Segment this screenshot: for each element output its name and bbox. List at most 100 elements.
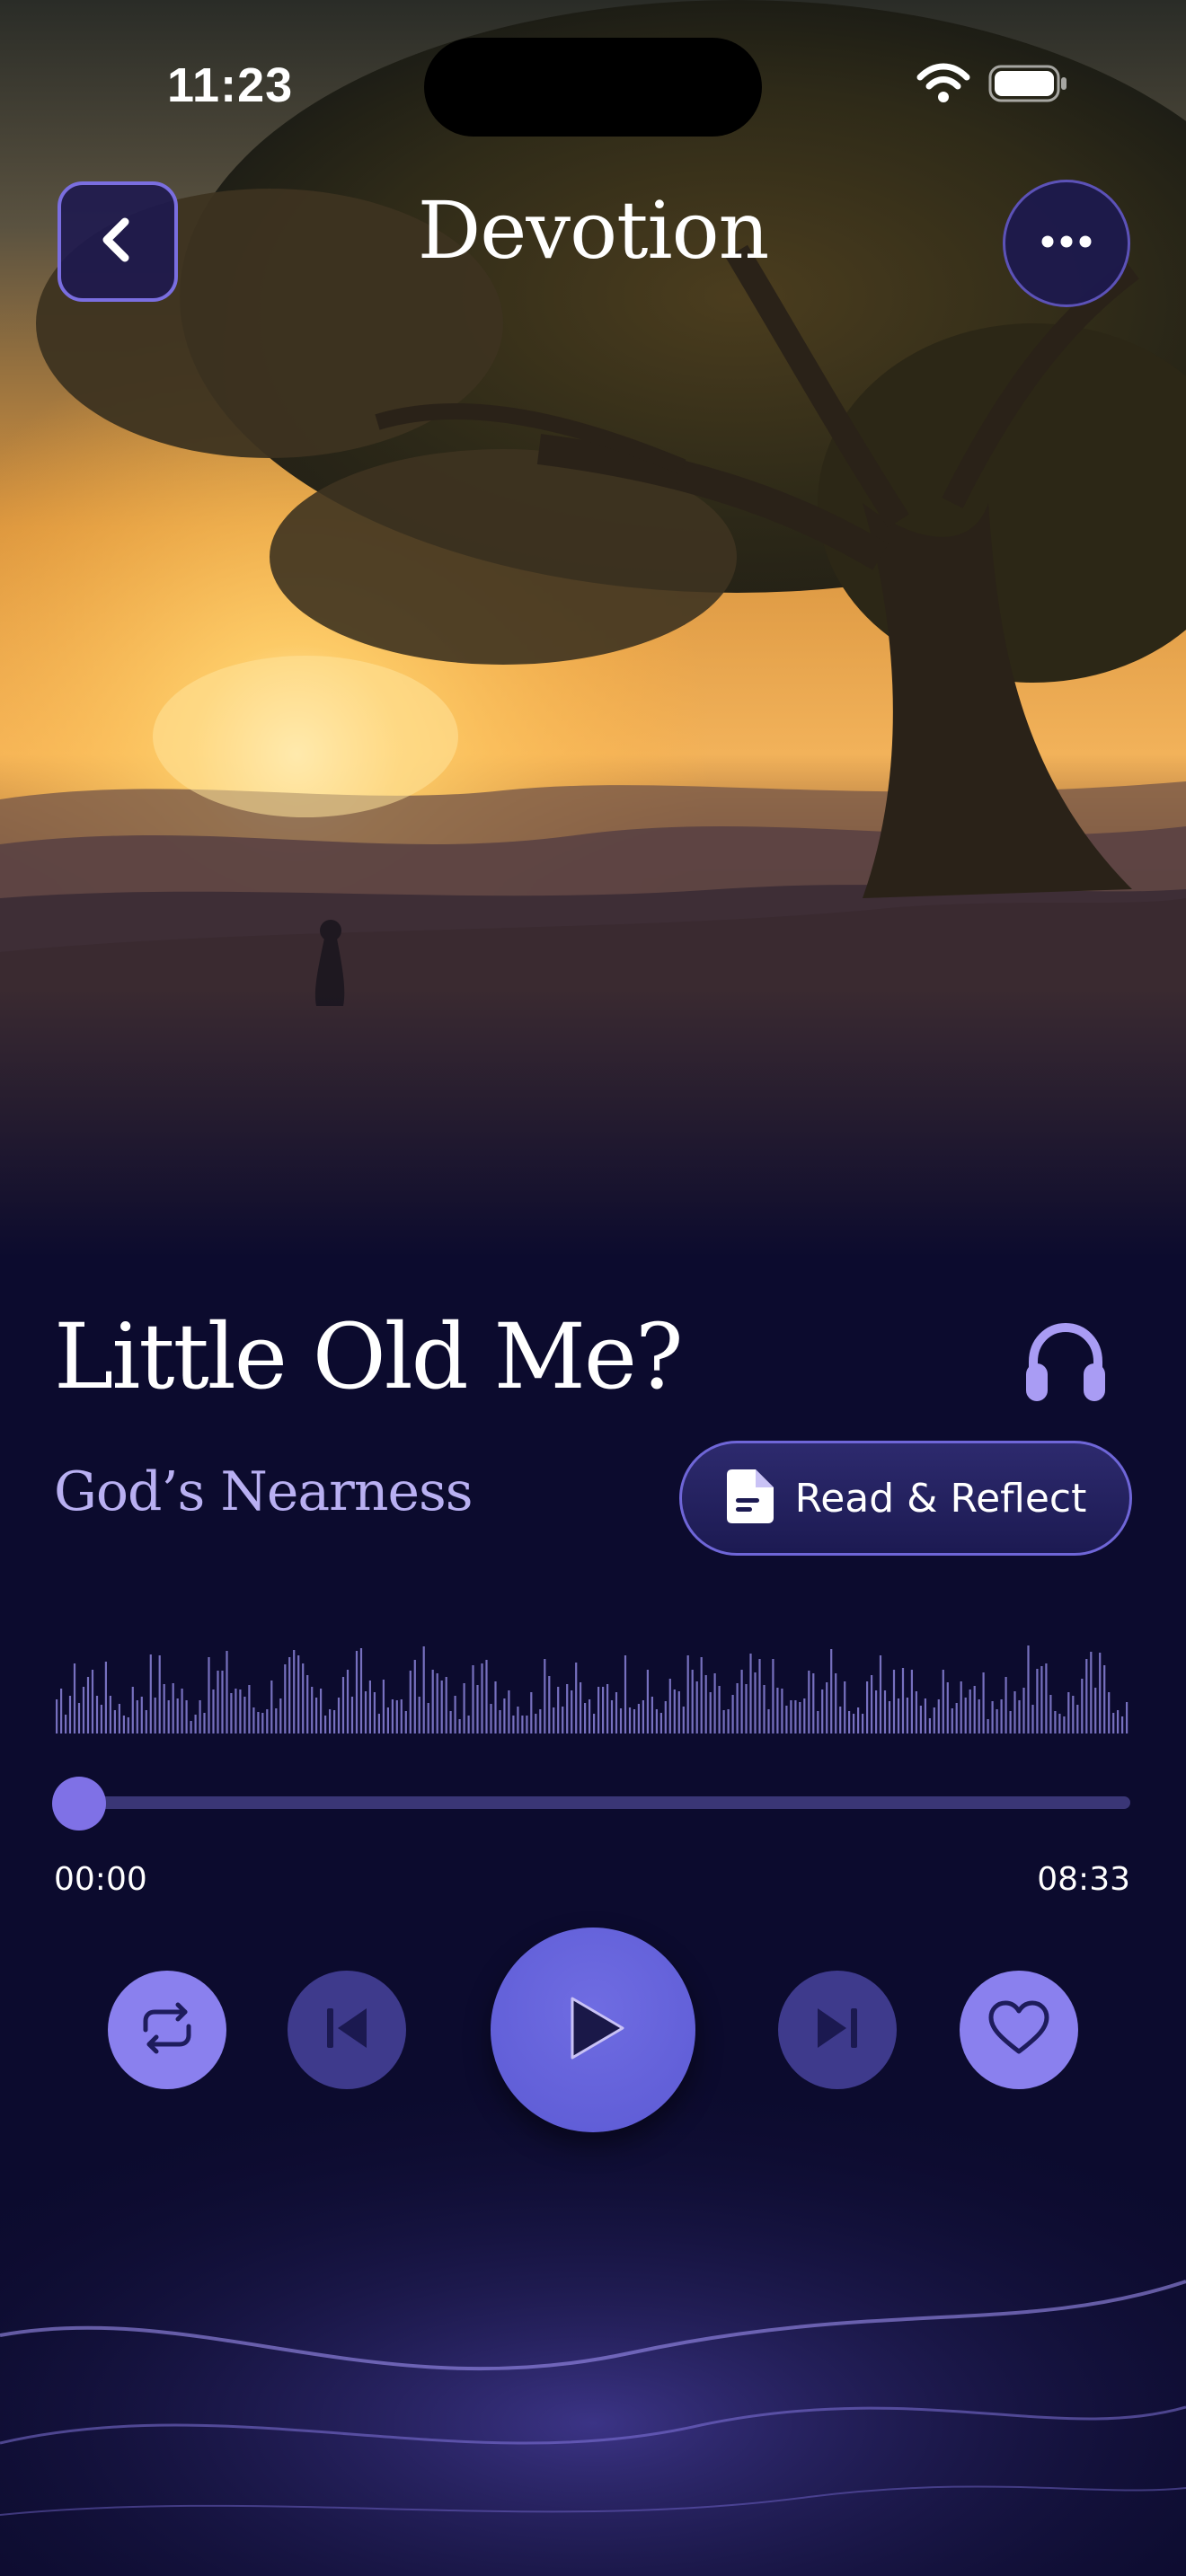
back-button[interactable] (58, 181, 178, 302)
waveform-bar (127, 1717, 129, 1734)
waveform-bar (1036, 1669, 1039, 1734)
waveform-bar (969, 1689, 971, 1734)
waveform-bar (673, 1689, 676, 1734)
waveform-bar (817, 1711, 819, 1734)
waveform-bar (754, 1672, 757, 1734)
waveform-bar (226, 1651, 228, 1734)
wifi-icon (916, 63, 970, 108)
waveform-bar (1121, 1716, 1124, 1734)
more-options-button[interactable] (1003, 180, 1130, 307)
waveform-bar (485, 1660, 488, 1734)
waveform-bar (270, 1681, 273, 1734)
waveform-bar (1112, 1713, 1115, 1734)
waveform-bar (1058, 1714, 1061, 1734)
waveform-bar (862, 1714, 864, 1734)
waveform-bar (575, 1663, 578, 1734)
waveform-bar (996, 1709, 998, 1734)
waveform-bar (740, 1670, 743, 1734)
waveform-bar (279, 1698, 282, 1734)
waveform-bar (315, 1698, 318, 1734)
waveform-bar (535, 1714, 537, 1734)
waveform-bar (490, 1704, 492, 1734)
favorite-button[interactable] (960, 1971, 1078, 2089)
waveform-bar (503, 1698, 506, 1734)
waveform-bar (266, 1709, 269, 1734)
waveform-bar (897, 1698, 900, 1734)
waveform-bar (584, 1703, 587, 1734)
waveform-bar (830, 1649, 833, 1734)
waveform-bar (1054, 1711, 1057, 1734)
waveform-bar (875, 1690, 878, 1734)
waveform-bar (745, 1684, 748, 1734)
waveform-bar (149, 1654, 152, 1734)
progress-track[interactable] (56, 1796, 1130, 1809)
waveform-bar (499, 1710, 501, 1734)
waveform-bar (982, 1672, 985, 1734)
waveform-bar (919, 1706, 922, 1734)
waveform-bar (311, 1687, 314, 1734)
waveform-bar (445, 1677, 447, 1734)
play-icon (554, 1989, 632, 2070)
waveform-bar (230, 1693, 233, 1734)
waveform-bar (1081, 1679, 1084, 1734)
waveform-bar (1126, 1702, 1128, 1734)
waveform-bar (1009, 1711, 1012, 1734)
waveform-bar (857, 1707, 860, 1734)
waveform-bar (691, 1670, 694, 1734)
waveform-bar (82, 1687, 85, 1734)
waveform-bar (848, 1711, 851, 1734)
waveform-bar (821, 1689, 824, 1734)
read-reflect-label: Read & Reflect (794, 1475, 1087, 1522)
waveform-bar (203, 1713, 206, 1734)
play-button[interactable] (491, 1928, 695, 2132)
waveform-bar (364, 1691, 367, 1734)
previous-button[interactable] (288, 1971, 406, 2089)
total-time: 08:33 (1037, 1861, 1130, 1898)
waveform-bar (355, 1651, 358, 1734)
next-button[interactable] (778, 1971, 897, 2089)
waveform-bar (557, 1687, 560, 1734)
waveform-bar (517, 1707, 519, 1734)
headphones-icon[interactable] (1021, 1317, 1111, 1407)
waveform-bar (395, 1700, 398, 1734)
progress-knob[interactable] (52, 1777, 106, 1831)
waveform-bar (767, 1709, 770, 1734)
waveform-bar (413, 1660, 416, 1734)
waveform-bar (727, 1709, 730, 1734)
waveform-bar (1049, 1695, 1052, 1734)
repeat-button[interactable] (108, 1971, 226, 2089)
waveform-bar (341, 1677, 345, 1734)
waveform-bar (610, 1700, 614, 1734)
waveform-bar (306, 1675, 309, 1734)
document-icon (725, 1468, 775, 1529)
waveform-bar (942, 1670, 944, 1734)
waveform-bar (1103, 1665, 1106, 1734)
skip-next-icon (810, 2001, 864, 2059)
waveform-bar (235, 1689, 237, 1734)
waveform-bar (772, 1659, 774, 1734)
waveform-bar (704, 1675, 707, 1734)
waveform-bar (1076, 1705, 1079, 1734)
waveform-bar (1090, 1652, 1093, 1734)
waveform-bar (548, 1676, 551, 1734)
waveform-bar (700, 1657, 703, 1734)
waveform-bar (539, 1709, 542, 1734)
waveform-bar (749, 1654, 752, 1734)
waveform-bar (580, 1682, 582, 1734)
track-subtitle: God’s Nearness (54, 1460, 474, 1523)
waveform-bar (86, 1677, 90, 1734)
waveform-bar (476, 1685, 479, 1734)
waveform-bar (243, 1697, 246, 1734)
waveform-bar (1027, 1645, 1030, 1734)
waveform-bar (1063, 1716, 1066, 1734)
waveform-bar (655, 1709, 658, 1734)
waveform-bar (1117, 1710, 1120, 1734)
waveform-bar (906, 1698, 908, 1734)
waveform-bar (1018, 1700, 1021, 1734)
waveform-bar (172, 1683, 174, 1734)
read-reflect-button[interactable]: Read & Reflect (679, 1441, 1132, 1556)
waveform-bar (879, 1655, 882, 1734)
waveform-bar (901, 1668, 905, 1734)
waveform-bar (373, 1692, 376, 1734)
waveform-bar (892, 1670, 896, 1734)
